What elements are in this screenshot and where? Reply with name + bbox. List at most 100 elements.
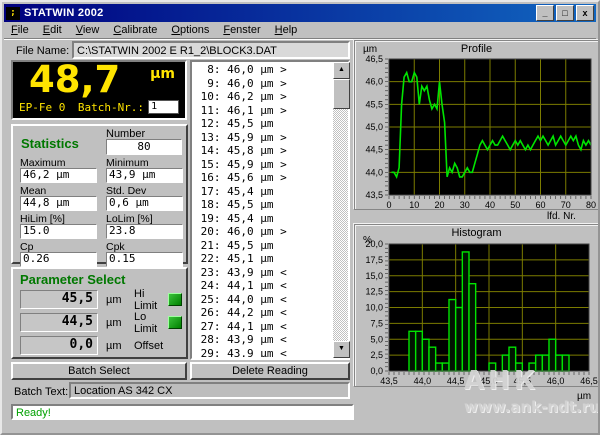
param-label: Lo Limit (134, 311, 168, 335)
param-value-field[interactable]: 0,0 (20, 336, 98, 355)
statistics-grid: Maximum46,2 µm Minimum43,9 µm Mean44,8 µm S… (20, 156, 183, 268)
param-value-field[interactable]: 44,5 (20, 313, 98, 332)
stat-label: Mean (20, 185, 97, 196)
reading-row[interactable]: 21: 45,5 µm (194, 239, 331, 253)
lcd-display: 48,7 µm EP-Fe 0 Batch-Nr.: 1 (11, 60, 187, 120)
scroll-down-icon[interactable]: ▼ (333, 341, 350, 358)
reading-row[interactable]: 27: 44,1 µm < (194, 320, 331, 334)
stat-value: 46,2 µm (20, 168, 97, 183)
reading-row[interactable]: 24: 44,1 µm < (194, 279, 331, 293)
reading-row[interactable]: 18: 45,5 µm (194, 198, 331, 212)
svg-text:46,0: 46,0 (547, 376, 565, 386)
param-row-offset: 0,0µmOffset (20, 336, 182, 355)
reading-row[interactable]: 14: 45,8 µm > (194, 144, 331, 158)
svg-text:17,5: 17,5 (365, 255, 383, 265)
batch-select-button[interactable]: Batch Select (11, 362, 187, 380)
reading-row[interactable]: 29: 43,9 µm < (194, 347, 331, 358)
batch-nr-input[interactable]: 1 (148, 100, 179, 114)
svg-text:12,5: 12,5 (365, 287, 383, 297)
profile-x-axis-label: lfd. Nr. (547, 211, 576, 222)
reading-row[interactable]: 15: 45,9 µm > (194, 158, 331, 172)
svg-text:44,5: 44,5 (447, 376, 465, 386)
reading-row[interactable]: 9: 46,0 µm > (194, 77, 331, 91)
stat-mean: Mean44,8 µm (20, 184, 97, 212)
app-icon: ; (6, 7, 20, 20)
scrollbar-thumb[interactable] (333, 79, 350, 109)
stat-label: Std. Dev (106, 185, 183, 196)
svg-text:44,0: 44,0 (365, 167, 383, 177)
svg-text:70: 70 (561, 200, 571, 210)
reading-row[interactable]: 25: 44,0 µm < (194, 293, 331, 307)
svg-text:45,0: 45,0 (365, 122, 383, 132)
svg-text:43,5: 43,5 (365, 190, 383, 200)
stat-label: Cp (20, 241, 97, 252)
param-label: Hi Limit (134, 288, 168, 312)
svg-text:60: 60 (535, 200, 545, 210)
param-row-lo-limit: 44,5µmLo Limit (20, 313, 182, 332)
reading-row[interactable]: 13: 45,9 µm > (194, 131, 331, 145)
reading-row[interactable]: 26: 44,2 µm < (194, 306, 331, 320)
batch-text-field[interactable]: Location AS 342 CX (69, 382, 350, 399)
histogram-plot: 43,544,044,545,045,546,046,50,02,55,07,5… (355, 225, 600, 388)
menu-item-options[interactable]: Options (164, 23, 216, 37)
status-bar: Ready! (11, 404, 354, 420)
parameter-select-panel: Parameter Select 45,5 µm Hi Limit44,5µmLo … (11, 267, 188, 359)
svg-text:46,5: 46,5 (580, 376, 598, 386)
reading-row[interactable]: 17: 45,4 µm (194, 185, 331, 199)
stat-lolim-: LoLim [%]23.8 (106, 212, 183, 240)
stat-minimum: Minimum43,9 µm (106, 156, 183, 184)
number-field: 80 (106, 139, 182, 155)
stat-std-dev: Std. Dev0,6 µm (106, 184, 183, 212)
limit-led-button[interactable] (168, 293, 182, 306)
menu-item-file[interactable]: File (4, 23, 36, 37)
stat-label: Maximum (20, 157, 97, 168)
param-value-field[interactable]: 45,5 (20, 290, 98, 309)
reading-row[interactable]: 11: 46,1 µm > (194, 104, 331, 118)
scroll-up-icon[interactable]: ▲ (333, 62, 350, 79)
probe-label: EP-Fe 0 (19, 101, 65, 114)
svg-text:45,5: 45,5 (514, 376, 532, 386)
stat-cp: Cp0.26 (20, 240, 97, 268)
svg-text:20,0: 20,0 (365, 239, 383, 249)
menu-item-view[interactable]: View (69, 23, 107, 37)
reading-row[interactable]: 22: 45,1 µm (194, 252, 331, 266)
reading-row[interactable]: 8: 46,0 µm > (194, 63, 331, 77)
limit-led-button[interactable] (168, 316, 182, 329)
menu-item-help[interactable]: Help (268, 23, 305, 37)
menu-item-edit[interactable]: Edit (36, 23, 69, 37)
param-row-hi-limit: 45,5 µm Hi Limit (20, 290, 182, 309)
reading-row[interactable]: 23: 43,9 µm < (194, 266, 331, 280)
reading-row[interactable]: 28: 43,9 µm < (194, 333, 331, 347)
svg-text:2,5: 2,5 (370, 350, 383, 360)
batch-text-label: Batch Text: (14, 386, 68, 398)
menu-bar: FileEditViewCalibrateOptionsFensterHelp (4, 22, 596, 39)
reading-row[interactable]: 16: 45,6 µm > (194, 171, 331, 185)
svg-text:50: 50 (510, 200, 520, 210)
svg-text:45,5: 45,5 (365, 99, 383, 109)
menu-item-calibrate[interactable]: Calibrate (106, 23, 164, 37)
close-button[interactable]: x (576, 5, 594, 21)
parameter-select-title: Parameter Select (20, 272, 126, 287)
svg-text:43,5: 43,5 (380, 376, 398, 386)
readings-scrollbar[interactable]: ▲ ▼ (333, 62, 348, 358)
svg-text:45,0: 45,0 (480, 376, 498, 386)
menu-item-fenster[interactable]: Fenster (216, 23, 267, 37)
delete-reading-button[interactable]: Delete Reading (190, 362, 350, 380)
param-unit-label: µm (106, 294, 128, 306)
reading-row[interactable]: 19: 45,4 µm (194, 212, 331, 226)
svg-text:15,0: 15,0 (365, 271, 383, 281)
file-name-field[interactable]: C:\STATWIN 2002 E R1_2\BLOCK3.DAT (72, 41, 350, 59)
svg-text:80: 80 (586, 200, 596, 210)
reading-row[interactable]: 20: 46,0 µm > (194, 225, 331, 239)
reading-row[interactable]: 10: 46,2 µm > (194, 90, 331, 104)
param-label: Offset (134, 340, 182, 352)
reading-row[interactable]: 12: 45,5 µm (194, 117, 331, 131)
svg-text:44,0: 44,0 (414, 376, 432, 386)
stat-label: Minimum (106, 157, 183, 168)
stat-value: 23.8 (106, 224, 183, 239)
maximize-button[interactable]: □ (556, 5, 574, 21)
readings-list[interactable]: 8: 46,0 µm > 9: 46,0 µm > 10: 46,2 µm > … (190, 60, 350, 360)
title-bar[interactable]: ; STATWIN 2002 _ □ x (4, 4, 596, 22)
stat-value: 0.26 (20, 252, 97, 267)
minimize-button[interactable]: _ (536, 5, 554, 21)
